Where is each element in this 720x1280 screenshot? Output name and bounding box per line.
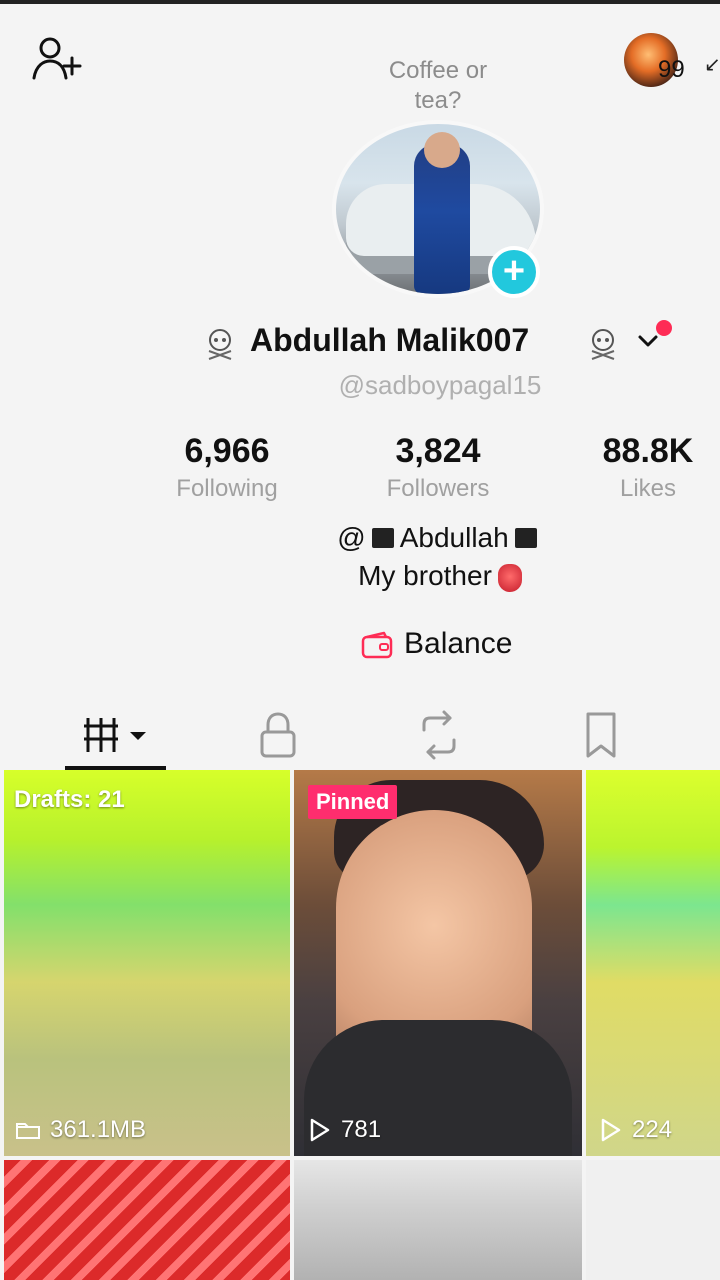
pirate-flag-icon [514, 527, 537, 548]
video-thumb[interactable] [586, 770, 720, 1156]
tab-reposts[interactable] [414, 708, 464, 762]
bio-line-1: @ Abdullah [310, 522, 570, 554]
notification-dot [656, 320, 672, 336]
pinned-badge: Pinned [308, 785, 398, 819]
tab-private[interactable] [255, 708, 301, 762]
following-stat[interactable]: 6,966 Following [166, 432, 288, 503]
pirate-flag-icon [371, 527, 394, 548]
pinned-views-row: 781 [305, 1116, 381, 1144]
drafts-size: 361.1MB [50, 1116, 147, 1143]
videos-grid-icon [84, 718, 146, 752]
skull-icon [585, 328, 621, 360]
right-count: 99 [658, 56, 685, 83]
balance-label: Balance [404, 627, 513, 660]
likes-count: 88.8K [602, 432, 694, 470]
add-avatar-button[interactable]: + [488, 246, 540, 298]
skull-icon [202, 328, 238, 360]
video-thumb[interactable] [294, 1160, 582, 1280]
bio-name: Abdullah [399, 522, 509, 553]
likes-label: Likes [619, 475, 677, 502]
edge-icon: ↙ [704, 54, 720, 76]
bio-at-symbol: @ [337, 522, 366, 553]
followers-label: Followers [386, 475, 490, 502]
display-name: Abdullah Malik007 [250, 322, 530, 358]
following-count: 6,966 [184, 432, 270, 470]
bio-text: My brother [358, 560, 492, 591]
username: @sadboypagal15 [338, 370, 542, 400]
top-status-line [0, 0, 720, 4]
followers-count: 3,824 [395, 432, 481, 470]
followers-stat[interactable]: 3,824 Followers [378, 432, 498, 503]
tab-videos[interactable] [70, 708, 160, 762]
drafts-label: Drafts: 21 [14, 786, 125, 813]
drafts-size-row: 361.1MB [14, 1116, 146, 1144]
coffee-prompt: Coffee or tea? [388, 57, 488, 114]
repost-icon [422, 710, 456, 760]
pinned-video-thumb[interactable] [294, 770, 582, 1156]
add-friend-icon [32, 37, 82, 80]
play-icon [305, 1116, 333, 1144]
lock-icon [260, 712, 296, 758]
profile-name-row: Abdullah Malik007 [180, 318, 700, 368]
tab-saved[interactable] [580, 708, 622, 762]
add-friend-button[interactable] [30, 34, 84, 84]
draft-video-thumb[interactable] [4, 770, 290, 1156]
heart-icon [497, 563, 522, 592]
profile-avatar[interactable]: + [332, 120, 544, 298]
following-label: Following [176, 475, 278, 502]
avatar-head-shape [424, 132, 460, 168]
third-views-row: 224 [596, 1116, 720, 1144]
pinned-views: 781 [341, 1116, 382, 1143]
bio-line-2: My brother [340, 560, 540, 592]
bookmark-icon [586, 712, 616, 758]
play-icon [596, 1116, 624, 1144]
wallet-icon [360, 629, 394, 661]
third-views: 224 [632, 1116, 673, 1143]
empty-thumb-slot [586, 1160, 720, 1280]
profile-tabs [0, 700, 720, 770]
folder-icon [14, 1118, 42, 1142]
likes-stat[interactable]: 88.8K Likes [596, 432, 700, 503]
video-thumb[interactable] [4, 1160, 290, 1280]
